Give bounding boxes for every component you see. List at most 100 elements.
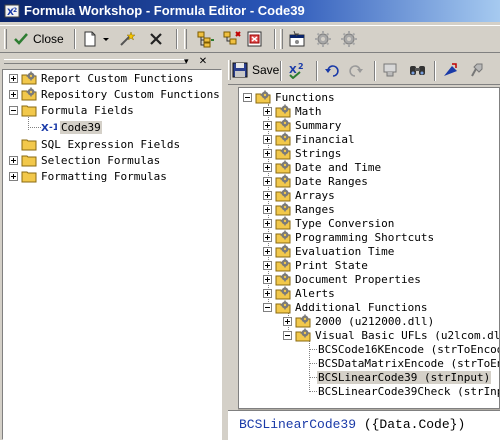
tree-item-function[interactable]: BCSDataMatrixEncode (strToEncode xyxy=(317,356,499,370)
show-tree-button[interactable] xyxy=(196,28,216,50)
collapse-icon[interactable] xyxy=(243,92,252,102)
expand-icon[interactable] xyxy=(263,204,272,214)
new-wizard-button[interactable] xyxy=(118,28,136,50)
tree-item-category[interactable]: Date Ranges xyxy=(263,174,369,188)
close-button[interactable]: Close xyxy=(12,28,64,50)
formula-workshop-icon: X 2 xyxy=(4,4,20,18)
tree-item-category[interactable]: Additional Functions xyxy=(263,300,428,314)
tree-item-category[interactable]: Type Conversion xyxy=(263,216,395,230)
tree-item-category[interactable]: Programming Shortcuts xyxy=(263,230,435,244)
collapse-icon[interactable] xyxy=(263,302,272,312)
expand-icon[interactable] xyxy=(263,246,272,256)
gear-folder-icon xyxy=(275,300,291,314)
toolbar-grip[interactable] xyxy=(184,29,187,49)
settings-button[interactable] xyxy=(340,28,358,50)
gear-folder-icon xyxy=(295,328,311,342)
toolbar-separator xyxy=(274,29,276,49)
expand-icon[interactable] xyxy=(263,288,272,298)
redo-icon xyxy=(349,65,363,77)
gear-folder-icon xyxy=(275,244,291,258)
toolbar-grip[interactable] xyxy=(228,60,231,80)
tree-item-selection-formulas[interactable]: Selection Formulas xyxy=(9,153,161,167)
toolbar-separator xyxy=(74,29,76,49)
expand-icon[interactable] xyxy=(263,274,272,284)
tree-item-subcategory[interactable]: Visual Basic UFLs (u2lcom.dll) xyxy=(283,328,499,342)
tree-connector xyxy=(309,340,310,392)
tree-item-category[interactable]: Ranges xyxy=(263,202,336,216)
new-button[interactable] xyxy=(82,28,98,50)
expand-icon[interactable] xyxy=(263,218,272,228)
toggle-properties-button[interactable] xyxy=(222,28,242,50)
main-toolbar: Close xyxy=(0,25,500,53)
gear-folder-icon xyxy=(275,202,291,216)
expand-icon[interactable] xyxy=(283,316,292,326)
expand-icon[interactable] xyxy=(9,171,18,181)
pane-grip[interactable] xyxy=(4,59,186,64)
tree-item-category[interactable]: Math xyxy=(263,104,323,118)
toolbar-grip[interactable] xyxy=(4,29,7,49)
tree-item-category[interactable]: Evaluation Time xyxy=(263,244,395,258)
expand-icon[interactable] xyxy=(263,190,272,200)
tree-item-code39[interactable]: X -1 Code39 xyxy=(41,120,102,134)
tree-item-function[interactable]: BCSLinearCode39 (strInput) xyxy=(317,370,492,384)
close-label: Close xyxy=(33,32,64,46)
expand-icon[interactable] xyxy=(263,134,272,144)
bookmark-button[interactable] xyxy=(442,59,460,81)
expand-icon[interactable] xyxy=(263,260,272,270)
clear-bookmarks-button[interactable] xyxy=(468,59,486,81)
expand-icon[interactable] xyxy=(263,232,272,242)
collapse-icon[interactable] xyxy=(283,330,292,340)
expand-icon[interactable] xyxy=(263,106,272,116)
gear-folder-icon xyxy=(275,132,291,146)
tree-item-category[interactable]: Document Properties xyxy=(263,272,422,286)
find-button[interactable] xyxy=(408,59,428,81)
gear-folder-icon xyxy=(275,258,291,272)
new-dropdown-button[interactable] xyxy=(102,28,110,50)
tree-item-category[interactable]: Alerts xyxy=(263,286,336,300)
expand-icon[interactable] xyxy=(263,148,272,158)
tree-item-formula-fields[interactable]: Formula Fields xyxy=(9,103,135,117)
redo-button[interactable] xyxy=(348,59,364,81)
new-wizard-icon xyxy=(120,31,136,46)
tree-item-category[interactable]: Financial xyxy=(263,132,356,146)
pane-pin-icon[interactable]: ▾ xyxy=(184,56,189,67)
save-button[interactable]: Save xyxy=(232,59,279,81)
options-button[interactable] xyxy=(288,28,306,50)
tree-item-category[interactable]: Print State xyxy=(263,258,369,272)
pane-header: ▾ ✕ xyxy=(0,55,224,69)
delete-button[interactable] xyxy=(148,28,164,50)
editor-toolbar: Save X 2 xyxy=(228,55,500,85)
tree-item-category[interactable]: Strings xyxy=(263,146,342,160)
expand-icon[interactable] xyxy=(263,176,272,186)
tree-item-function[interactable]: BCSCode16KEncode (strToEncode) xyxy=(317,342,499,356)
browse-data-button[interactable] xyxy=(382,59,400,81)
expand-icon[interactable] xyxy=(263,162,272,172)
tree-item-function[interactable]: BCSLinearCode39Check (strInput xyxy=(317,384,499,398)
undo-button[interactable] xyxy=(324,59,340,81)
toolbar-separator xyxy=(374,61,376,81)
toggle-workshop-button[interactable] xyxy=(246,28,264,50)
toolbar-grip[interactable] xyxy=(280,29,283,49)
toggle-properties-icon xyxy=(223,31,241,45)
pane-close-icon[interactable]: ✕ xyxy=(196,56,210,68)
expand-icon[interactable] xyxy=(9,73,18,83)
tree-item-formatting-formulas[interactable]: Formatting Formulas xyxy=(9,169,168,183)
check-formula-button[interactable]: X 2 xyxy=(288,59,308,81)
tree-item-category[interactable]: Date and Time xyxy=(263,160,382,174)
show-tree-icon xyxy=(197,31,214,48)
settings-button[interactable] xyxy=(314,28,332,50)
tree-item-sql-expression-fields[interactable]: SQL Expression Fields xyxy=(9,137,181,151)
tree-item-category[interactable]: Arrays xyxy=(263,188,336,202)
toolbar-separator xyxy=(176,29,178,49)
expand-icon[interactable] xyxy=(9,89,18,99)
tree-item-repository-custom-functions[interactable]: Repository Custom Functions xyxy=(9,87,221,101)
tree-item-subcategory[interactable]: 2000 (u212000.dll) xyxy=(283,314,435,328)
tree-item-functions[interactable]: Functions xyxy=(243,90,336,104)
tree-item-category[interactable]: Summary xyxy=(263,118,342,132)
folder-icon xyxy=(21,171,37,183)
formula-text-editor[interactable]: BCSLinearCode39 ({Data.Code}) xyxy=(228,410,500,440)
expand-icon[interactable] xyxy=(9,155,18,165)
expand-icon[interactable] xyxy=(263,120,272,130)
tree-item-report-custom-functions[interactable]: Report Custom Functions xyxy=(9,71,194,85)
collapse-icon[interactable] xyxy=(9,105,18,115)
